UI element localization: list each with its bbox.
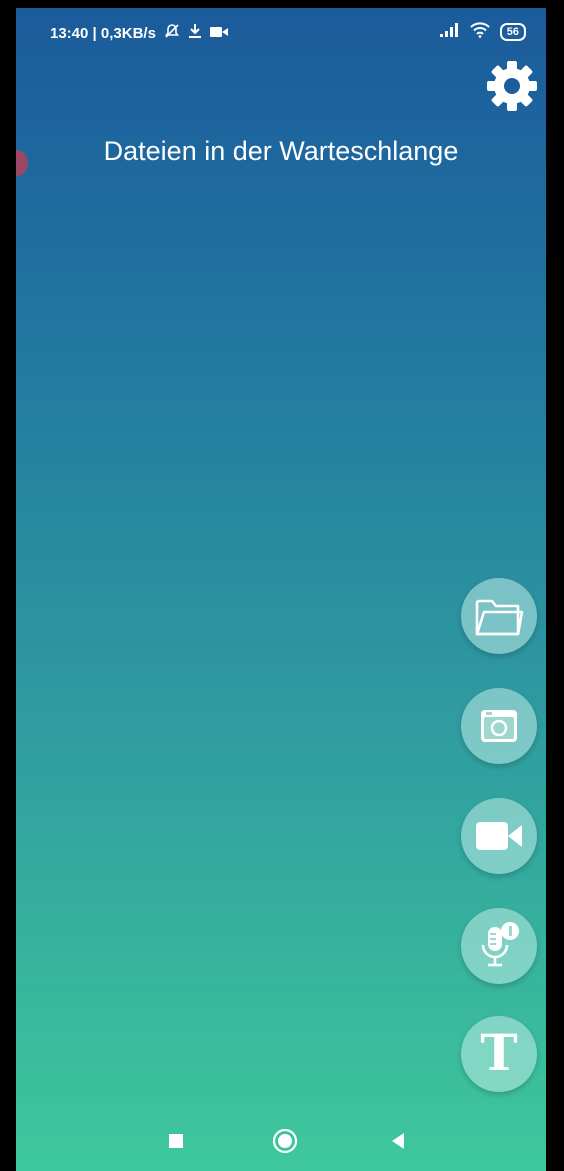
record-audio-button[interactable] — [461, 908, 537, 984]
status-right: 56 — [439, 22, 526, 42]
nav-recents-button[interactable] — [161, 1126, 191, 1156]
nav-home-button[interactable] — [270, 1126, 300, 1156]
battery-indicator: 56 — [499, 23, 526, 41]
back-triangle-icon — [392, 1133, 404, 1149]
navigation-bar — [16, 1108, 546, 1171]
queue-title: Dateien in der Warteschlange — [103, 136, 459, 166]
status-bar: 13:40 | 0,3KB/s 56 — [16, 8, 546, 56]
home-circle-icon — [272, 1128, 298, 1154]
wifi-icon — [470, 22, 490, 42]
signal-icon — [439, 23, 460, 41]
settings-button[interactable] — [482, 56, 542, 116]
gear-icon — [487, 61, 537, 111]
video-camera-icon — [476, 822, 522, 850]
video-record-icon — [209, 25, 228, 42]
folder-icon — [475, 599, 524, 636]
phone-screen: 13:40 | 0,3KB/s 56 Dateien in der Wartes… — [16, 8, 546, 1171]
download-icon — [188, 23, 202, 43]
square-icon — [169, 1134, 183, 1148]
microphone-icon — [481, 922, 519, 967]
take-photo-button[interactable] — [461, 688, 537, 764]
record-video-button[interactable] — [461, 798, 537, 874]
camera-icon — [481, 710, 517, 742]
add-text-button[interactable]: T — [461, 1016, 537, 1092]
alarm-off-icon — [164, 23, 180, 43]
add-file-button[interactable] — [461, 578, 537, 654]
nav-back-button[interactable] — [383, 1126, 413, 1156]
status-time-info: 13:40 | 0,3KB/s — [50, 24, 156, 42]
text-icon: T — [480, 1023, 518, 1082]
status-left: 13:40 | 0,3KB/s — [50, 23, 228, 43]
